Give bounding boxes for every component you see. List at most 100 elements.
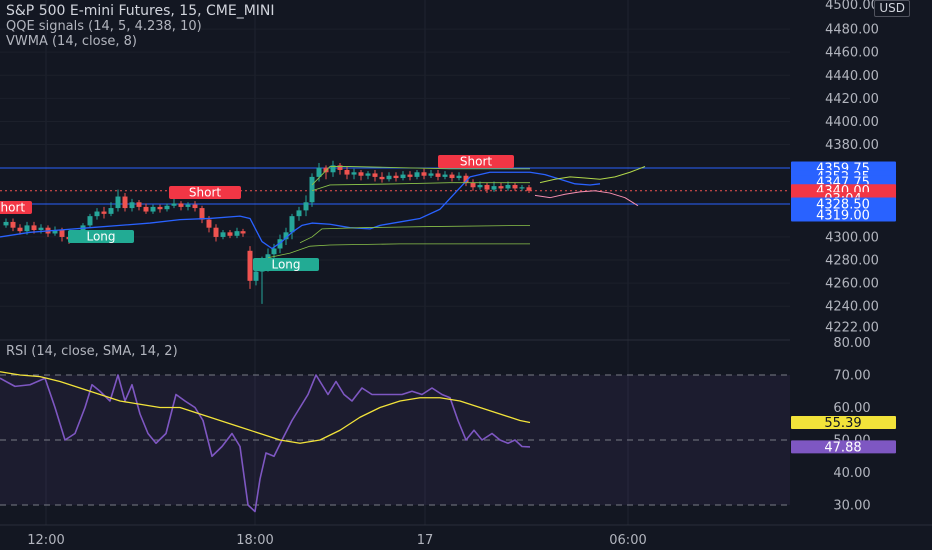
time-tick-label: 06:00 [609, 533, 646, 548]
candle-body [505, 184, 511, 189]
candle-body [351, 172, 357, 175]
candle-body [442, 174, 448, 177]
time-tick-label: 17 [417, 533, 434, 548]
candle-body [303, 202, 309, 211]
candle-body [185, 204, 191, 207]
rsi-badge-label: 55.39 [824, 416, 861, 431]
candle-body [407, 174, 413, 177]
candle-body [526, 187, 532, 191]
candle-body [31, 225, 37, 231]
candle-body [10, 221, 16, 228]
candle-body [171, 203, 177, 206]
candle-body [435, 173, 441, 177]
candle-body [491, 186, 497, 190]
candle-body [365, 173, 371, 176]
candle-body [271, 248, 277, 255]
candle-body [38, 227, 44, 231]
qqe-legend[interactable]: QQE signals (14, 5, 4.238, 10) [6, 19, 202, 35]
long-signal-badge: Long [68, 230, 134, 244]
short-signal-badge: Short [0, 201, 32, 215]
candle-body [484, 184, 490, 190]
price-tick-label: 4500.00 [825, 0, 879, 13]
candle-body [150, 206, 156, 212]
candle-body [157, 206, 163, 210]
short-signal-badge: Short [438, 155, 514, 169]
candle-body [309, 176, 315, 203]
candle-body [337, 165, 343, 170]
candle-body [59, 230, 65, 237]
rsi-badge-label: 47.88 [824, 440, 861, 455]
candle-body [240, 231, 246, 234]
candle-body [247, 250, 253, 281]
price-tick-label: 4440.00 [825, 69, 879, 84]
price-tick-label: 4280.00 [825, 254, 879, 269]
candle-body [386, 175, 392, 180]
candle-body [115, 196, 121, 209]
candle-body [449, 174, 455, 179]
signal-badge-text: Short [189, 186, 221, 200]
candle-body [136, 202, 142, 207]
candle-body [227, 232, 233, 236]
candle-body [220, 232, 226, 237]
signal-badge-text: Long [271, 258, 300, 272]
candle-body [421, 172, 427, 176]
time-axis-bg [0, 525, 932, 550]
candle-body [234, 231, 240, 236]
price-tick-label: 4260.00 [825, 277, 879, 292]
candle-body [17, 227, 23, 232]
candle-body [178, 203, 184, 207]
time-tick-label: 18:00 [236, 533, 273, 548]
candle-body [498, 186, 504, 189]
candle-body [206, 219, 212, 228]
price-tick-label: 4380.00 [825, 138, 879, 153]
candle-body [379, 176, 385, 180]
candle-body [164, 205, 170, 210]
vwma-legend[interactable]: VWMA (14, close, 8) [6, 34, 137, 50]
candle-body [477, 184, 483, 188]
currency-label[interactable]: USD [874, 0, 910, 17]
price-tick-label: 4480.00 [825, 23, 879, 38]
rsi-legend[interactable]: RSI (14, close, SMA, 14, 2) [6, 344, 178, 360]
candle-body [253, 271, 259, 281]
candle-body [3, 221, 9, 226]
candle-body [344, 169, 350, 175]
rsi-tick-label: 80.00 [833, 336, 870, 351]
candle-body [289, 216, 295, 233]
long-signal-badge: Long [253, 258, 319, 272]
price-tick-label: 4400.00 [825, 115, 879, 130]
rsi-tick-label: 70.00 [833, 369, 870, 384]
candle-body [296, 210, 302, 217]
price-tick-label: 4222.00 [825, 321, 879, 336]
signal-badge-text: Long [86, 230, 115, 244]
candle-body [87, 216, 93, 226]
candle-body [519, 187, 525, 189]
candle-body [393, 175, 399, 179]
rsi-tick-label: 30.00 [833, 499, 870, 514]
candle-body [122, 196, 128, 209]
candle-body [428, 173, 434, 176]
rsi-tick-label: 40.00 [833, 466, 870, 481]
candle-body [358, 172, 364, 176]
price-tick-label: 4240.00 [825, 300, 879, 315]
price-tick-label: 4460.00 [825, 46, 879, 61]
candle-body [456, 175, 462, 179]
price-badge-label: 4319.00 [816, 208, 870, 223]
chart-canvas[interactable]: Short Short Short Long Long 4480.00 4460.00 444… [0, 0, 932, 550]
signal-badge-text: Short [0, 201, 25, 215]
rsi-tick-label: 60.00 [833, 401, 870, 416]
short-signal-badge: Short [169, 186, 241, 200]
price-tick-label: 4300.00 [825, 230, 879, 245]
candle-body [192, 204, 198, 209]
candle-body [414, 172, 420, 177]
symbol-legend[interactable]: S&P 500 E-mini Futures, 15, CME_MINI [6, 3, 275, 19]
candle-body [101, 211, 107, 214]
candle-body [400, 174, 406, 179]
candle-body [372, 173, 378, 177]
price-tick-label: 4420.00 [825, 92, 879, 107]
candle-body [129, 202, 135, 209]
candle-body [512, 184, 518, 189]
candle-body [94, 211, 100, 217]
candle-body [213, 227, 219, 237]
time-tick-label: 12:00 [27, 533, 64, 548]
signal-badge-text: Short [460, 155, 492, 169]
